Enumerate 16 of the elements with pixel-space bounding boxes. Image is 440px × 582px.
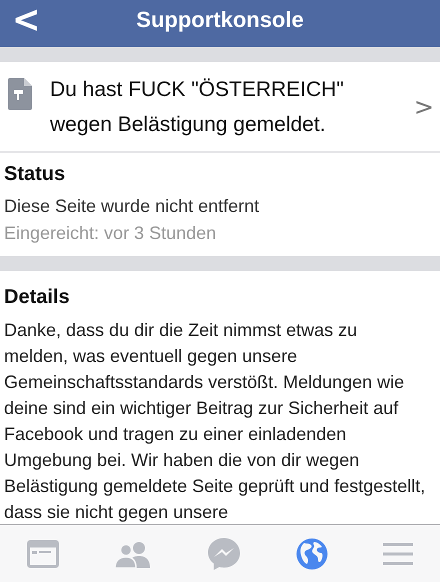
window-title: Supportkonsole (136, 6, 304, 32)
people-icon[interactable] (114, 540, 152, 568)
menu-icon[interactable] (382, 540, 413, 566)
details-text: Danke, dass du dir die Zeit nimmst etwas zu melden, was eventuell gegen unsere Gemeinschaftsstandards verstößt. Meldungen wie deine sind ein wichtiger Beitrag zur Sicherheit auf Facebook und tragen zu einer einladenden Umgebung bei. Wir haben die von dir wegen Belästigung gemeldete Seite geprüft und festgestellt, dass sie nicht gegen unsere (4, 319, 426, 524)
chevron-icon: > (414, 92, 434, 120)
messenger-icon[interactable] (206, 536, 241, 570)
news-feed-icon[interactable] (27, 540, 60, 568)
section-heading: Status (4, 162, 66, 187)
globe-icon[interactable] (296, 538, 328, 570)
report-text: Du hast FUCK "ÖSTERREICH" wegen Belästigung gemeldet. (50, 76, 345, 138)
page-icon (8, 78, 32, 110)
status-text: Diese Seite wurde nicht entfernt (4, 195, 260, 218)
back-button[interactable]: < (4, 0, 48, 42)
submitted-time: Eingereicht: vor 3 Stunden (4, 222, 218, 245)
report-row[interactable]: Du hast FUCK "ÖSTERREICH" wegen Belästigung gemeldet. > (0, 62, 440, 153)
section-heading: Details (4, 285, 71, 310)
